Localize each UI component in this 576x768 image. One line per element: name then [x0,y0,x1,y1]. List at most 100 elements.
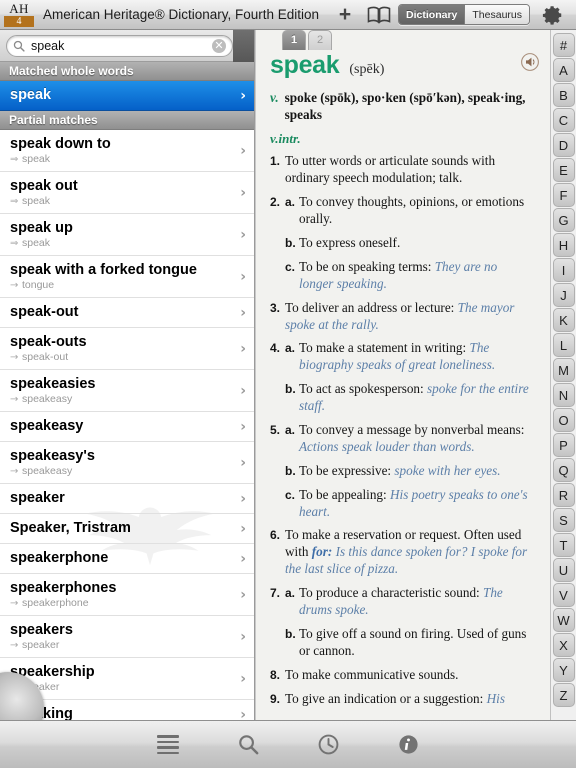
alpha-index-hash[interactable]: # [553,33,575,57]
plus-icon: + [339,4,351,25]
sidebar-edge-shadow [233,30,254,62]
alpha-index-m[interactable]: M [553,358,575,382]
chevron-right-icon: › [240,185,246,201]
list-item[interactable]: Speaker, Tristram › [0,514,254,544]
list-item[interactable]: speakerphone › [0,544,254,574]
bookshelf-button[interactable] [362,1,396,29]
list-item-crossref: →speakerphone [10,597,232,610]
search-input-value[interactable]: speak [31,39,212,53]
list-item[interactable]: speak up ⇒speak › [0,214,254,256]
list-item-crossref: ⇒speak [10,153,232,166]
list-item[interactable]: speakers →speaker › [0,616,254,658]
alpha-index-x[interactable]: X [553,633,575,657]
search-icon [13,40,25,52]
list-item[interactable]: speak with a forked tongue →tongue › [0,256,254,298]
list-item[interactable]: speaker › [0,484,254,514]
sense-text-wrap: To make a reservation or request. Often … [285,527,534,578]
search-input[interactable]: speak ✕ [6,35,233,57]
sense-text: To give off a sound on firing. Used of g… [299,626,534,660]
alpha-index-u[interactable]: U [553,558,575,582]
sense-number: 3. [270,300,285,334]
sense: 6. To make a reservation or request. Oft… [270,527,534,578]
alpha-index-g[interactable]: G [553,208,575,232]
headword-row: speak (spēk) [256,50,550,80]
sense-text: To convey a message by nonverbal means: [299,422,524,437]
sense-number: 6. [270,527,285,578]
alpha-index-y[interactable]: Y [553,658,575,682]
alpha-index-o[interactable]: O [553,408,575,432]
clear-search-icon[interactable]: ✕ [212,39,226,53]
alphabet-index[interactable]: # A B C D E F G H I J K L M N O P Q R S … [550,30,576,720]
headword: speak [270,51,339,80]
tab-dictionary[interactable]: Dictionary [399,5,465,24]
alpha-index-c[interactable]: C [553,108,575,132]
alpha-index-a[interactable]: A [553,58,575,82]
list-item-crossref: →speak-out [10,351,232,364]
document-tab-2[interactable]: 2 [308,30,332,50]
alpha-index-w[interactable]: W [553,608,575,632]
list-item-term: speakeasy [10,417,232,435]
search-button[interactable] [234,731,262,759]
inflection-forms: spoke (spōk), spo·ken (spō′kən), speak·i… [285,90,534,124]
app-logo: AH 4 [4,1,34,29]
settings-button[interactable] [536,1,570,29]
sense-letter: b. [285,463,299,480]
search-icon [237,733,260,756]
sense: 3. To deliver an address or lecture: The… [270,300,534,334]
alpha-index-z[interactable]: Z [553,683,575,707]
pronounce-audio-button[interactable] [520,52,540,72]
alpha-index-e[interactable]: E [553,158,575,182]
add-tab-button[interactable]: + [328,1,362,29]
alpha-index-r[interactable]: R [553,483,575,507]
crossref-arrow-icon: → [10,351,18,364]
sense-text-wrap: To be appealing: His poetry speaks to on… [299,487,534,521]
results-list[interactable]: Matched whole words speak › Partial matc… [0,62,254,720]
list-item-term: speakership [10,663,232,681]
list-item[interactable]: speakeasy's →speakeasy › [0,442,254,484]
list-item[interactable]: speak out ⇒speak › [0,172,254,214]
bottom-toolbar [0,720,576,768]
sense-text-wrap: To act as spokesperson: spoke for the en… [299,381,534,415]
list-item[interactable]: speak › [0,81,254,111]
list-item[interactable]: speakeasy › [0,412,254,442]
sense: b. To give off a sound on firing. Used o… [285,626,534,660]
sense-text: To deliver an address or lecture: [285,300,454,315]
chevron-right-icon: › [240,521,246,537]
alpha-index-k[interactable]: K [553,308,575,332]
list-item[interactable]: speak down to ⇒speak › [0,130,254,172]
sense-number: 2. [270,194,285,228]
tab-thesaurus[interactable]: Thesaurus [465,5,529,24]
history-button[interactable] [314,731,342,759]
alpha-index-s[interactable]: S [553,508,575,532]
crossref-arrow-icon: ⇒ [10,153,18,166]
document-tab-1[interactable]: 1 [282,30,306,50]
alpha-index-v[interactable]: V [553,583,575,607]
alpha-index-p[interactable]: P [553,433,575,457]
chevron-right-icon: › [240,227,246,243]
list-item-crossref: →speaker [10,681,232,694]
sense-text: To make a statement in writing: [299,340,466,355]
mode-segmented-control[interactable]: Dictionary Thesaurus [398,4,530,25]
list-item[interactable]: speak-out › [0,298,254,328]
list-item[interactable]: speakeasies →speakeasy › [0,370,254,412]
list-item[interactable]: speak-outs →speak-out › [0,328,254,370]
alpha-index-t[interactable]: T [553,533,575,557]
word-list-button[interactable] [154,731,182,759]
speaker-audio-icon [520,52,540,72]
alpha-index-l[interactable]: L [553,333,575,357]
alpha-index-b[interactable]: B [553,83,575,107]
alpha-index-d[interactable]: D [553,133,575,157]
alpha-index-h[interactable]: H [553,233,575,257]
alpha-index-n[interactable]: N [553,383,575,407]
alpha-index-i[interactable]: I [553,258,575,282]
inflection-line: v. spoke (spōk), spo·ken (spō′kən), spea… [270,90,534,124]
alpha-index-f[interactable]: F [553,183,575,207]
alpha-index-q[interactable]: Q [553,458,575,482]
alpha-index-j[interactable]: J [553,283,575,307]
list-item[interactable]: speakerphones →speakerphone › [0,574,254,616]
info-button[interactable] [394,731,422,759]
chevron-right-icon: › [240,455,246,471]
info-icon [397,733,420,756]
list-item-term: speak out [10,177,232,195]
list-item-term: speak with a forked tongue [10,261,232,279]
